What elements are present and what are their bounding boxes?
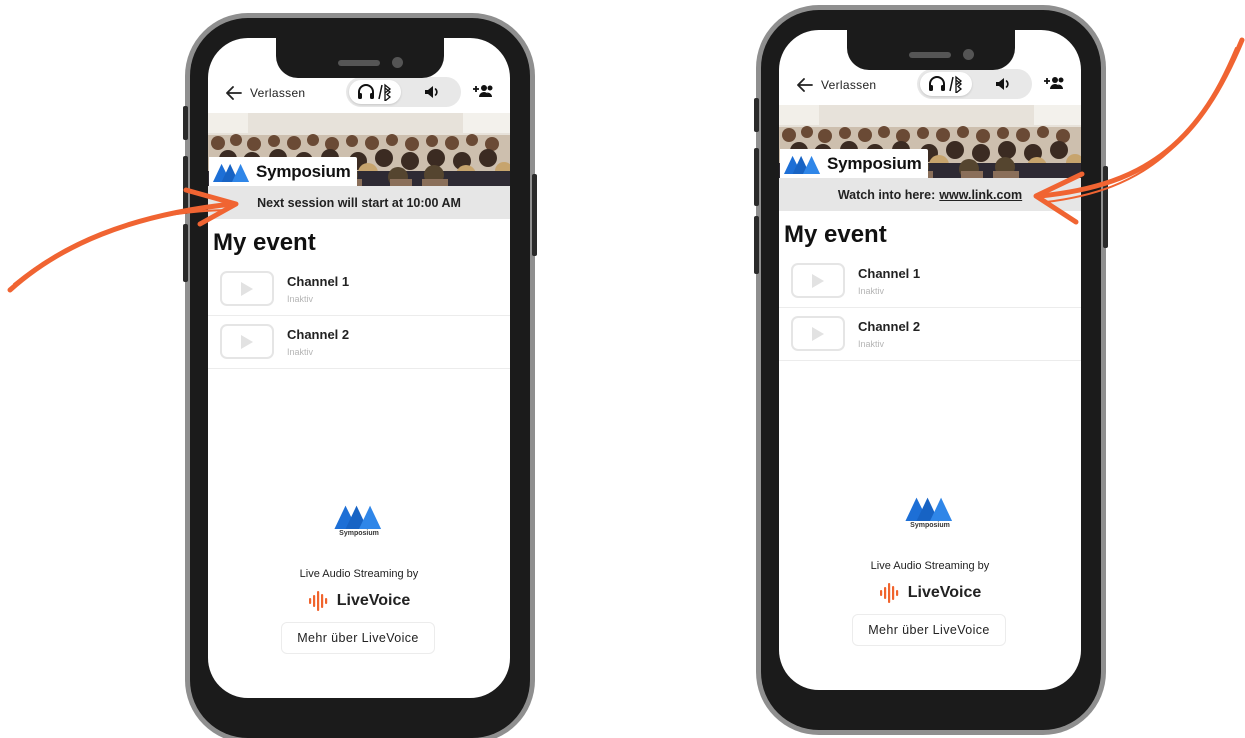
mute-switch (183, 106, 188, 140)
footer-logo: Symposium (905, 494, 955, 529)
livevoice-waveform-icon (308, 590, 330, 612)
top-bar: Verlassen (208, 76, 510, 110)
symposium-logo-icon (213, 161, 251, 182)
volume-down-button (754, 216, 759, 274)
streaming-label: Live Audio Streaming by (870, 560, 990, 572)
volume-up-button (183, 156, 188, 214)
channel-row[interactable]: Channel 1 Inaktiv (208, 263, 510, 316)
brand-tag: Symposium (209, 157, 357, 186)
speaker-option[interactable] (406, 80, 458, 104)
livevoice-logo: LiveVoice (208, 590, 510, 612)
add-user-icon (473, 85, 493, 97)
session-info-text: Watch into here: (837, 187, 936, 202)
leave-label: Verlassen (250, 86, 306, 100)
session-info-strip: Watch into here: www.link.com (779, 178, 1081, 211)
audio-output-toggle[interactable] (346, 77, 461, 107)
phone-mockup-right: Verlassen Symposium Watch into here: www… (754, 10, 1108, 730)
headphones-option[interactable] (920, 72, 972, 96)
speaker-option[interactable] (977, 72, 1029, 96)
phone-notch (847, 30, 1015, 70)
speaker-icon (996, 78, 1009, 90)
play-button[interactable] (220, 324, 274, 359)
mute-switch (754, 98, 759, 132)
play-button[interactable] (791, 316, 845, 351)
event-banner: Symposium (779, 105, 1081, 178)
livevoice-name: LiveVoice (907, 584, 982, 601)
volume-up-button (754, 148, 759, 206)
channel-status: Inaktiv (287, 294, 314, 304)
footer-logo-text: Symposium (339, 530, 379, 537)
session-info-text: Next session will start at 10:00 AM (257, 195, 461, 210)
event-banner: Symposium (208, 113, 510, 186)
play-icon (812, 326, 824, 341)
invite-button[interactable] (1043, 75, 1065, 96)
audio-output-toggle[interactable] (917, 69, 1032, 99)
arrow-left-icon (226, 86, 242, 100)
play-icon (812, 273, 824, 288)
more-about-livevoice-button[interactable]: Mehr über LiveVoice (852, 614, 1006, 646)
earpiece (909, 52, 951, 58)
brand-name: Symposium (827, 153, 922, 173)
channel-status: Inaktiv (287, 347, 314, 357)
channel-status: Inaktiv (858, 339, 885, 349)
brand-name: Symposium (256, 161, 351, 181)
play-icon (241, 281, 253, 296)
invite-button[interactable] (472, 83, 494, 104)
streaming-label: Live Audio Streaming by (299, 568, 419, 580)
play-button[interactable] (220, 271, 274, 306)
channel-name: Channel 2 (858, 319, 921, 334)
livevoice-waveform-icon (879, 582, 901, 604)
phone-mockup-left: Verlassen Symposium Next session will st… (183, 18, 537, 738)
session-info-strip: Next session will start at 10:00 AM (208, 186, 510, 219)
play-button[interactable] (791, 263, 845, 298)
headphones-bluetooth-icon (358, 83, 392, 101)
play-icon (241, 334, 253, 349)
volume-down-button (183, 224, 188, 282)
livevoice-logo: LiveVoice (779, 582, 1081, 604)
channel-row[interactable]: Channel 2 Inaktiv (208, 316, 510, 369)
app-screen: Verlassen (779, 30, 1081, 690)
brand-tag: Symposium (780, 149, 928, 178)
top-bar: Verlassen (779, 68, 1081, 102)
front-camera (392, 57, 403, 68)
channel-status: Inaktiv (858, 286, 885, 296)
livevoice-name: LiveVoice (336, 592, 411, 609)
symposium-logo-icon (784, 153, 822, 174)
more-about-livevoice-button[interactable]: Mehr über LiveVoice (281, 622, 435, 654)
add-user-icon (1044, 77, 1064, 89)
footer-logo-text: Symposium (910, 522, 950, 529)
event-title: My event (784, 221, 887, 248)
leave-label: Verlassen (821, 78, 877, 92)
front-camera (963, 49, 974, 60)
power-button (1103, 166, 1108, 248)
leave-button[interactable]: Verlassen (797, 74, 876, 96)
power-button (532, 174, 537, 256)
symposium-logo-icon (905, 494, 955, 521)
leave-button[interactable]: Verlassen (226, 82, 305, 104)
arrow-left-icon (797, 78, 813, 92)
headphones-option[interactable] (349, 80, 401, 104)
stream-link[interactable]: www.link.com (939, 188, 1022, 202)
channel-name: Channel 2 (287, 327, 350, 342)
app-screen: Verlassen (208, 38, 510, 698)
channel-row[interactable]: Channel 2 Inaktiv (779, 308, 1081, 361)
phone-notch (276, 38, 444, 78)
symposium-logo-icon (334, 502, 384, 529)
footer-logo: Symposium (334, 502, 384, 537)
channel-row[interactable]: Channel 1 Inaktiv (779, 255, 1081, 308)
headphones-bluetooth-icon (929, 75, 963, 93)
earpiece (338, 60, 380, 66)
channel-name: Channel 1 (858, 266, 921, 281)
event-title: My event (213, 229, 316, 256)
speaker-icon (425, 86, 438, 98)
channel-name: Channel 1 (287, 274, 350, 289)
